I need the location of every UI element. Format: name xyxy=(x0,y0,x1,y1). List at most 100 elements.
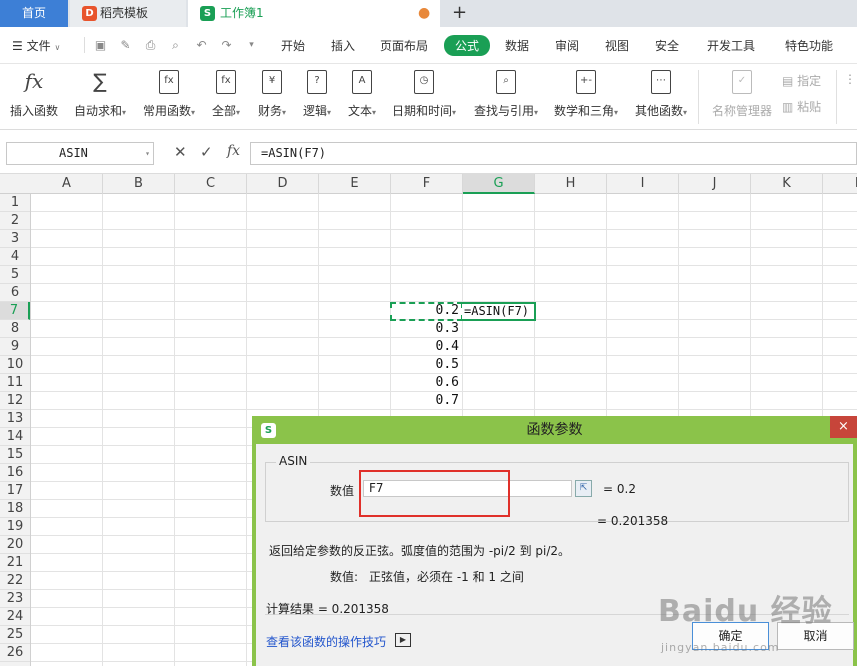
common-functions-button[interactable]: fx 常用函数▾ xyxy=(140,68,198,119)
column-header-f[interactable]: F xyxy=(391,174,463,194)
math-trig-button[interactable]: +- 数学和三角▾ xyxy=(550,68,622,119)
name-box[interactable]: ASIN ▾ xyxy=(6,142,154,165)
column-header-d[interactable]: D xyxy=(247,174,319,194)
specify-button[interactable]: ▤ 指定 xyxy=(782,72,821,89)
row-header-15[interactable]: 15 xyxy=(0,446,30,464)
row-header-18[interactable]: 18 xyxy=(0,500,30,518)
column-header-c[interactable]: C xyxy=(175,174,247,194)
insert-function-button[interactable]: fx 插入函数 xyxy=(8,68,60,119)
menu-start[interactable]: 开始 xyxy=(281,37,305,54)
cell-f9[interactable]: 0.4 xyxy=(391,338,461,356)
row-header-26[interactable]: 26 xyxy=(0,644,30,662)
name-manager-button[interactable]: ✓ 名称管理器 xyxy=(710,68,774,119)
column-header-k[interactable]: K xyxy=(751,174,823,194)
cell-f11[interactable]: 0.6 xyxy=(391,374,461,392)
undo-icon[interactable]: ↶ xyxy=(194,38,209,52)
row-header-23[interactable]: 23 xyxy=(0,590,30,608)
cell-f10[interactable]: 0.5 xyxy=(391,356,461,374)
tab-workbook[interactable]: S 工作簿1 ● xyxy=(188,0,440,27)
divider xyxy=(836,70,837,124)
row-header-11[interactable]: 11 xyxy=(0,374,30,392)
row-header-20[interactable]: 20 xyxy=(0,536,30,554)
row-header-6[interactable]: 6 xyxy=(0,284,30,302)
save-icon[interactable]: ▣ xyxy=(93,38,108,52)
text-functions-button[interactable]: A 文本▾ xyxy=(344,68,380,119)
column-header-j[interactable]: J xyxy=(679,174,751,194)
formula-input[interactable]: =ASIN(F7) xyxy=(250,142,857,165)
caret-icon: ▾ xyxy=(614,108,619,117)
active-cell-g7[interactable]: =ASIN(F7) xyxy=(462,302,536,321)
confirm-formula-icon[interactable]: ✓ xyxy=(200,143,213,161)
tab-template[interactable]: D 稻壳模板 xyxy=(70,0,186,27)
file-menu[interactable]: ☰ 文件 ∨ xyxy=(12,37,60,54)
help-link[interactable]: 查看该函数的操作技巧 xyxy=(266,633,386,650)
column-header-l[interactable]: L xyxy=(823,174,857,194)
menu-formula[interactable]: 公式 xyxy=(444,35,491,56)
row-header-16[interactable]: 16 xyxy=(0,464,30,482)
tab-home[interactable]: 首页 xyxy=(0,0,68,27)
row-header-22[interactable]: 22 xyxy=(0,572,30,590)
menu-page-layout[interactable]: 页面布局 xyxy=(380,37,428,54)
quick-access-dropdown-icon[interactable]: ▾ xyxy=(244,38,259,52)
row-header-24[interactable]: 24 xyxy=(0,608,30,626)
dialog-title: 函数参数 xyxy=(526,422,583,438)
cell-f12[interactable]: 0.7 xyxy=(391,392,461,410)
cancel-formula-icon[interactable]: ✕ xyxy=(174,143,187,161)
print-icon[interactable]: ⎙ xyxy=(143,38,158,52)
column-header-h[interactable]: H xyxy=(535,174,607,194)
divider xyxy=(698,70,699,124)
close-button[interactable]: × xyxy=(830,416,857,438)
row-header-8[interactable]: 8 xyxy=(0,320,30,338)
template-logo-icon: D xyxy=(82,6,97,21)
row-header-19[interactable]: 19 xyxy=(0,518,30,536)
cell-f8[interactable]: 0.3 xyxy=(391,320,461,338)
row-header-25[interactable]: 25 xyxy=(0,626,30,644)
finance-button[interactable]: ¥ 财务▾ xyxy=(254,68,290,119)
lookup-reference-button[interactable]: ⌕ 查找与引用▾ xyxy=(470,68,542,119)
row-header-10[interactable]: 10 xyxy=(0,356,30,374)
name-manager-label: 名称管理器 xyxy=(711,104,772,118)
paste-button[interactable]: ▥ 粘贴 xyxy=(782,98,821,115)
row-header-14[interactable]: 14 xyxy=(0,428,30,446)
redo-icon[interactable]: ↷ xyxy=(219,38,234,52)
menu-insert[interactable]: 插入 xyxy=(331,37,355,54)
menu-view[interactable]: 视图 xyxy=(605,37,629,54)
row-header-2[interactable]: 2 xyxy=(0,212,30,230)
row-header-21[interactable]: 21 xyxy=(0,554,30,572)
row-header-17[interactable]: 17 xyxy=(0,482,30,500)
menu-review[interactable]: 审阅 xyxy=(555,37,579,54)
column-header-g[interactable]: G xyxy=(463,174,535,194)
video-play-icon[interactable]: ▶ xyxy=(395,633,411,647)
name-manager-icon: ✓ xyxy=(732,70,752,94)
format-painter-icon[interactable]: ✎ xyxy=(118,38,133,52)
column-header-e[interactable]: E xyxy=(319,174,391,194)
column-header-i[interactable]: I xyxy=(607,174,679,194)
column-header-b[interactable]: B xyxy=(103,174,175,194)
print-preview-icon[interactable]: ⌕ xyxy=(168,38,183,52)
logic-button[interactable]: ? 逻辑▾ xyxy=(299,68,335,119)
row-header-7[interactable]: 7 xyxy=(0,302,30,320)
menu-data[interactable]: 数据 xyxy=(505,37,529,54)
new-tab-button[interactable]: + xyxy=(452,0,467,27)
other-functions-button[interactable]: ⋯ 其他函数▾ xyxy=(631,68,691,119)
menu-developer[interactable]: 开发工具 xyxy=(707,37,755,54)
all-functions-button[interactable]: fx 全部▾ xyxy=(208,68,244,119)
specify-label: 指定 xyxy=(797,74,822,88)
row-header-9[interactable]: 9 xyxy=(0,338,30,356)
fx-icon[interactable]: fx xyxy=(227,143,240,159)
collapse-dialog-icon[interactable]: ⇱ xyxy=(575,480,592,497)
overflow-icon[interactable]: ⋮ xyxy=(844,72,856,86)
autosum-button[interactable]: ∑ 自动求和▾ xyxy=(70,68,130,119)
row-header-1[interactable]: 1 xyxy=(0,194,30,212)
row-header-13[interactable]: 13 xyxy=(0,410,30,428)
datetime-button[interactable]: ◷ 日期和时间▾ xyxy=(388,68,460,119)
row-header-4[interactable]: 4 xyxy=(0,248,30,266)
menu-special[interactable]: 特色功能 xyxy=(785,37,833,54)
menu-security[interactable]: 安全 xyxy=(655,37,679,54)
column-header-a[interactable]: A xyxy=(31,174,103,194)
row-header-12[interactable]: 12 xyxy=(0,392,30,410)
watermark-url: jingyan.baidu.com xyxy=(661,641,780,654)
autosum-label: 自动求和 xyxy=(73,104,122,118)
row-header-3[interactable]: 3 xyxy=(0,230,30,248)
row-header-5[interactable]: 5 xyxy=(0,266,30,284)
